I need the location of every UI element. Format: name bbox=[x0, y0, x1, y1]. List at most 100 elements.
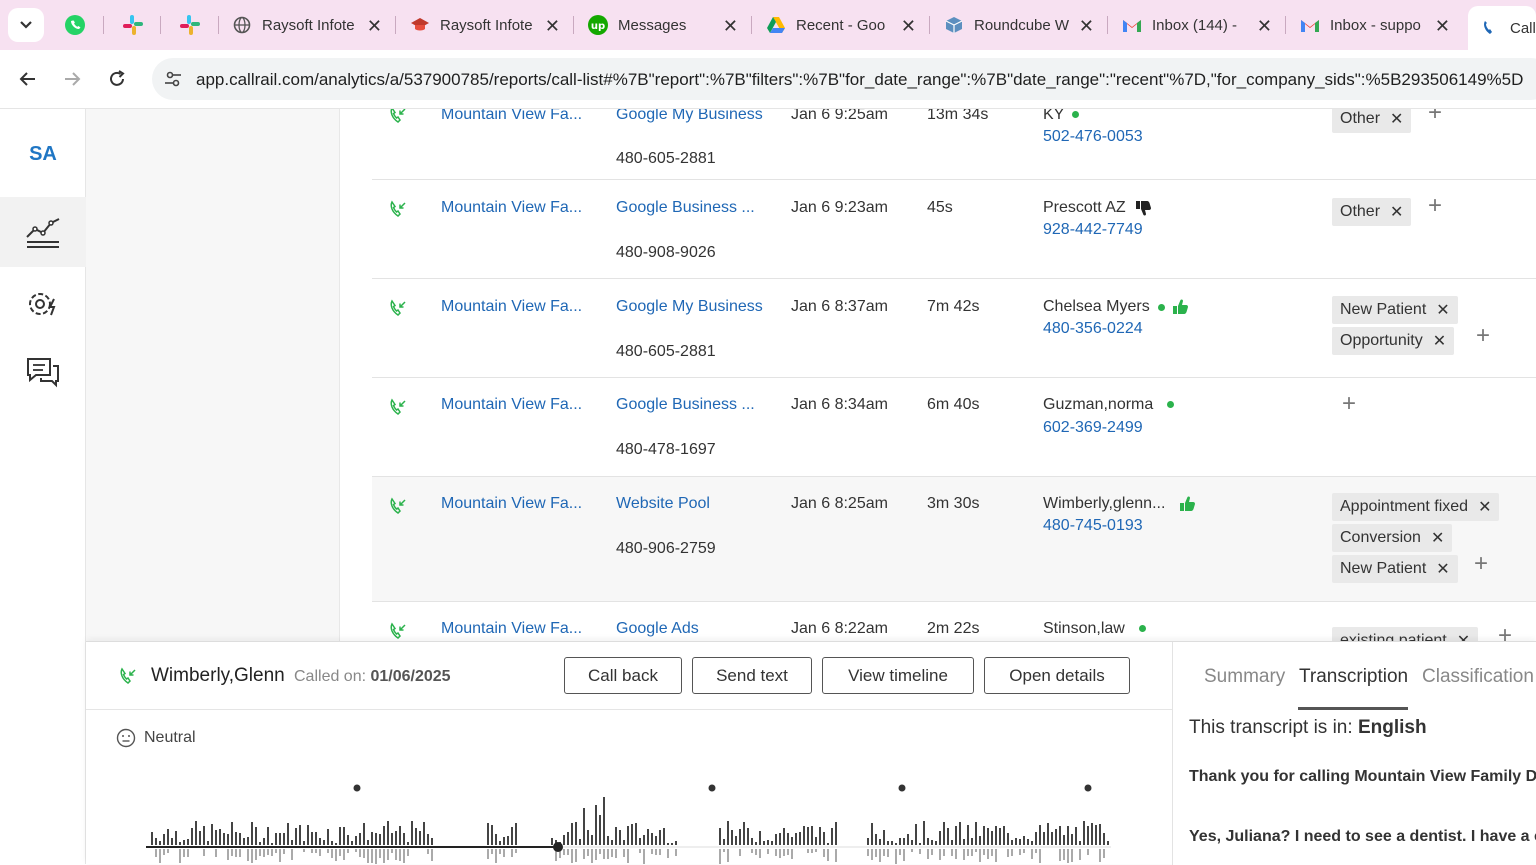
company-link[interactable]: Mountain View Fa... bbox=[441, 298, 582, 316]
waveform-bar-caller bbox=[943, 849, 945, 856]
tab-messages[interactable]: up Messages ✕ bbox=[578, 8, 748, 42]
table-row[interactable]: Mountain View Fa... Google Business ... … bbox=[372, 180, 1536, 279]
waveform-bar-caller bbox=[163, 849, 165, 855]
remove-tag-icon[interactable]: ✕ bbox=[1433, 331, 1446, 351]
add-tag-button[interactable]: + bbox=[1428, 192, 1442, 220]
waveform-bar-caller bbox=[315, 849, 317, 853]
close-tab-icon[interactable]: ✕ bbox=[1079, 16, 1094, 37]
back-button[interactable] bbox=[12, 63, 44, 95]
view-timeline-button[interactable]: View timeline bbox=[822, 657, 974, 694]
waveform-bar-agent bbox=[907, 834, 909, 845]
pinned-tab-whatsapp[interactable] bbox=[62, 12, 88, 38]
add-tag-button[interactable]: + bbox=[1498, 622, 1512, 641]
company-link[interactable]: Mountain View Fa... bbox=[441, 109, 582, 124]
remove-tag-icon[interactable]: ✕ bbox=[1457, 631, 1470, 641]
waveform-bar-caller bbox=[499, 849, 501, 854]
remove-tag-icon[interactable]: ✕ bbox=[1390, 202, 1403, 222]
close-tab-icon[interactable]: ✕ bbox=[545, 16, 560, 37]
send-text-button[interactable]: Send text bbox=[692, 657, 812, 694]
waveform-bar-agent bbox=[603, 797, 605, 845]
inbound-call-icon bbox=[118, 667, 138, 692]
waveform-bar-agent bbox=[883, 830, 885, 845]
table-row[interactable]: Mountain View Fa... Google My Business 4… bbox=[372, 279, 1536, 378]
company-link[interactable]: Mountain View Fa... bbox=[441, 396, 582, 414]
waveform-bar-caller bbox=[263, 849, 265, 857]
close-tab-icon[interactable]: ✕ bbox=[723, 16, 738, 37]
remove-tag-icon[interactable]: ✕ bbox=[1436, 300, 1449, 320]
add-tag-button[interactable]: + bbox=[1428, 109, 1442, 127]
add-tag-button[interactable]: + bbox=[1342, 390, 1356, 418]
waveform-bar-caller bbox=[155, 849, 157, 857]
source-link[interactable]: Google My Business bbox=[616, 109, 763, 124]
close-tab-icon[interactable]: ✕ bbox=[1435, 16, 1450, 37]
forward-button[interactable] bbox=[56, 63, 88, 95]
caller-phone-link[interactable]: 480-745-0193 bbox=[1043, 517, 1143, 535]
source-link[interactable]: Website Pool bbox=[616, 495, 710, 513]
remove-tag-icon[interactable]: ✕ bbox=[1436, 559, 1449, 579]
waveform-bar-agent bbox=[831, 828, 833, 845]
table-row[interactable]: Mountain View Fa... Google Ads Jan 6 8:2… bbox=[372, 602, 1536, 641]
table-row-selected[interactable]: Mountain View Fa... Website Pool 480-906… bbox=[372, 477, 1536, 602]
waveform-bar-agent bbox=[591, 835, 593, 845]
call-datetime: Jan 6 9:25am bbox=[791, 109, 888, 123]
company-link[interactable]: Mountain View Fa... bbox=[441, 199, 582, 217]
tab-roundcube[interactable]: Roundcube W ✕ bbox=[934, 8, 1104, 42]
remove-tag-icon[interactable]: ✕ bbox=[1390, 109, 1403, 129]
tab-google-drive[interactable]: Recent - Goo ✕ bbox=[756, 8, 926, 42]
add-tag-button[interactable]: + bbox=[1476, 322, 1490, 350]
source-link[interactable]: Google Business ... bbox=[616, 396, 755, 414]
caller-phone-link[interactable]: 502-476-0053 bbox=[1043, 128, 1143, 146]
tab-transcription[interactable]: Transcription bbox=[1299, 666, 1408, 688]
table-row[interactable]: Mountain View Fa... Google My Business 4… bbox=[372, 109, 1536, 180]
caller-phone-link[interactable]: 602-369-2499 bbox=[1043, 419, 1143, 437]
waveform-bar-caller bbox=[655, 849, 657, 855]
tab-raysoft-2[interactable]: Raysoft Infote ✕ bbox=[400, 8, 570, 42]
nav-messages[interactable] bbox=[0, 337, 86, 407]
account-initials[interactable]: SA bbox=[0, 143, 86, 166]
tab-raysoft-1[interactable]: Raysoft Infote ✕ bbox=[222, 8, 392, 42]
caller-phone-link[interactable]: 480-356-0224 bbox=[1043, 320, 1143, 338]
waveform-bar-caller bbox=[595, 849, 597, 860]
close-tab-icon[interactable]: ✕ bbox=[367, 16, 382, 37]
remove-tag-icon[interactable]: ✕ bbox=[1478, 497, 1491, 517]
waveform-bar-agent bbox=[867, 838, 869, 845]
tab-gmail-support[interactable]: Inbox - suppo ✕ bbox=[1290, 8, 1460, 42]
waveform-bar-agent bbox=[1027, 839, 1029, 845]
pinned-tab-slack-1[interactable] bbox=[120, 12, 146, 38]
source-link[interactable]: Google Ads bbox=[616, 620, 699, 638]
close-tab-icon[interactable]: ✕ bbox=[1257, 16, 1272, 37]
waveform-bar-agent bbox=[371, 832, 373, 845]
nav-analytics[interactable] bbox=[0, 197, 86, 267]
company-link[interactable]: Mountain View Fa... bbox=[441, 620, 582, 638]
open-details-button[interactable]: Open details bbox=[984, 657, 1130, 694]
audio-waveform[interactable] bbox=[146, 782, 1116, 865]
address-bar[interactable]: app.callrail.com/analytics/a/537900785/r… bbox=[152, 58, 1536, 100]
caller-phone-link[interactable]: 928-442-7749 bbox=[1043, 221, 1143, 239]
remove-tag-icon[interactable]: ✕ bbox=[1431, 528, 1444, 548]
tab-summary[interactable]: Summary bbox=[1204, 666, 1285, 688]
source-link[interactable]: Google Business ... bbox=[616, 199, 755, 217]
tab-callrail-active[interactable]: Call bbox=[1468, 6, 1536, 50]
reload-button[interactable] bbox=[101, 63, 133, 95]
site-settings-icon[interactable] bbox=[162, 68, 184, 90]
nav-settings[interactable] bbox=[0, 269, 86, 339]
tab-gmail-inbox-144[interactable]: Inbox (144) - ✕ bbox=[1112, 8, 1282, 42]
table-row[interactable]: Mountain View Fa... Google Business ... … bbox=[372, 378, 1536, 477]
call-back-button[interactable]: Call back bbox=[564, 657, 682, 694]
waveform-bar-agent bbox=[1051, 832, 1053, 845]
company-link[interactable]: Mountain View Fa... bbox=[441, 495, 582, 513]
add-tag-button[interactable]: + bbox=[1474, 550, 1488, 578]
pinned-tab-slack-2[interactable] bbox=[177, 12, 203, 38]
waveform-bar-caller bbox=[987, 849, 989, 859]
waveform-bar-agent bbox=[607, 836, 609, 845]
close-tab-icon[interactable]: ✕ bbox=[901, 16, 916, 37]
tab-classification[interactable]: Classification bbox=[1422, 666, 1534, 688]
waveform-bar-caller bbox=[515, 849, 517, 853]
status-dot bbox=[1167, 401, 1175, 409]
waveform-bar-caller bbox=[587, 849, 589, 856]
waveform-bar-caller bbox=[427, 849, 429, 854]
waveform-bar-agent bbox=[611, 840, 613, 845]
source-link[interactable]: Google My Business bbox=[616, 298, 763, 316]
waveform-bar-caller bbox=[591, 849, 593, 863]
tab-search-button[interactable] bbox=[8, 8, 44, 42]
